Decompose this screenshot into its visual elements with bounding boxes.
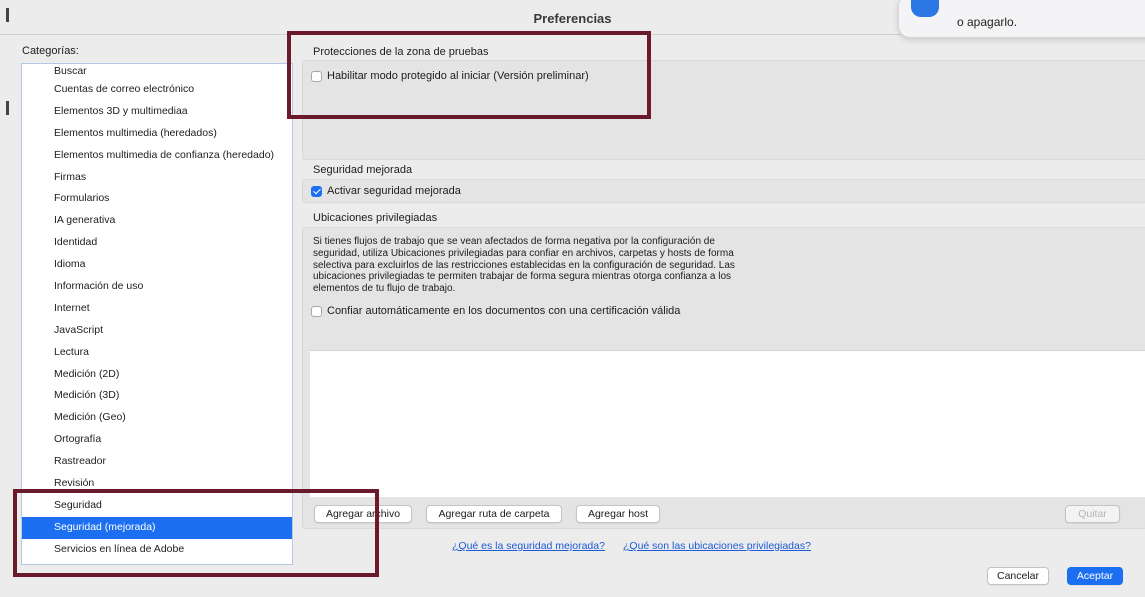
category-item[interactable]: Rastreador [22,451,292,473]
category-item[interactable]: IA generativa [22,210,292,232]
auto-trust-label: Confiar automáticamente en los documento… [327,305,681,317]
enhanced-section-label: Seguridad mejorada [313,164,413,176]
add-folder-button[interactable]: Agregar ruta de carpeta [426,505,562,523]
add-host-button[interactable]: Agregar host [576,505,660,523]
category-item[interactable]: Ortografía [22,429,292,451]
highlight-box-sandbox [287,31,651,119]
enable-enhanced-checkbox[interactable] [311,185,322,197]
notification-text: o apagarlo. [957,15,1018,29]
category-item[interactable]: Identidad [22,232,292,254]
cancel-button[interactable]: Cancelar [987,567,1049,585]
window-edge-mark [6,8,9,22]
privileged-locations-list[interactable] [310,350,1145,497]
highlight-box-categories [13,489,379,577]
category-item[interactable]: Buscar [22,64,292,79]
category-item[interactable]: Medición (Geo) [22,407,292,429]
privileged-description: Si tienes flujos de trabajo que se vean … [313,236,735,295]
enable-enhanced-option[interactable]: Activar seguridad mejorada [311,185,461,197]
category-item[interactable]: Elementos multimedia de confianza (hered… [22,145,292,167]
privileged-section-label: Ubicaciones privilegiadas [313,212,438,224]
notification-banner[interactable]: o apagarlo. [898,0,1145,38]
category-item[interactable]: Medición (2D) [22,364,292,386]
category-item[interactable]: Internet [22,298,292,320]
category-item[interactable]: Elementos multimedia (heredados) [22,123,292,145]
notification-app-icon [911,0,939,17]
category-item[interactable]: Medición (3D) [22,385,292,407]
auto-trust-checkbox[interactable] [311,305,322,317]
window-edge-mark [6,101,9,115]
category-item[interactable]: Elementos 3D y multimediaa [22,101,292,123]
category-item[interactable]: Firmas [22,167,292,189]
what-privileged-link[interactable]: ¿Qué son las ubicaciones privilegiadas? [623,540,811,552]
category-item[interactable]: JavaScript [22,320,292,342]
category-item[interactable]: Cuentas de correo electrónico [22,79,292,101]
auto-trust-option[interactable]: Confiar automáticamente en los documento… [311,305,680,317]
enable-enhanced-label: Activar seguridad mejorada [327,185,461,197]
category-item[interactable]: Idioma [22,254,292,276]
remove-button[interactable]: Quitar [1065,505,1120,523]
category-item[interactable]: Formularios [22,188,292,210]
accept-button[interactable]: Aceptar [1067,567,1123,585]
what-enhanced-link[interactable]: ¿Qué es la seguridad mejorada? [452,540,605,552]
category-item[interactable]: Lectura [22,342,292,364]
categories-label: Categorías: [22,45,79,57]
category-item[interactable]: Información de uso [22,276,292,298]
